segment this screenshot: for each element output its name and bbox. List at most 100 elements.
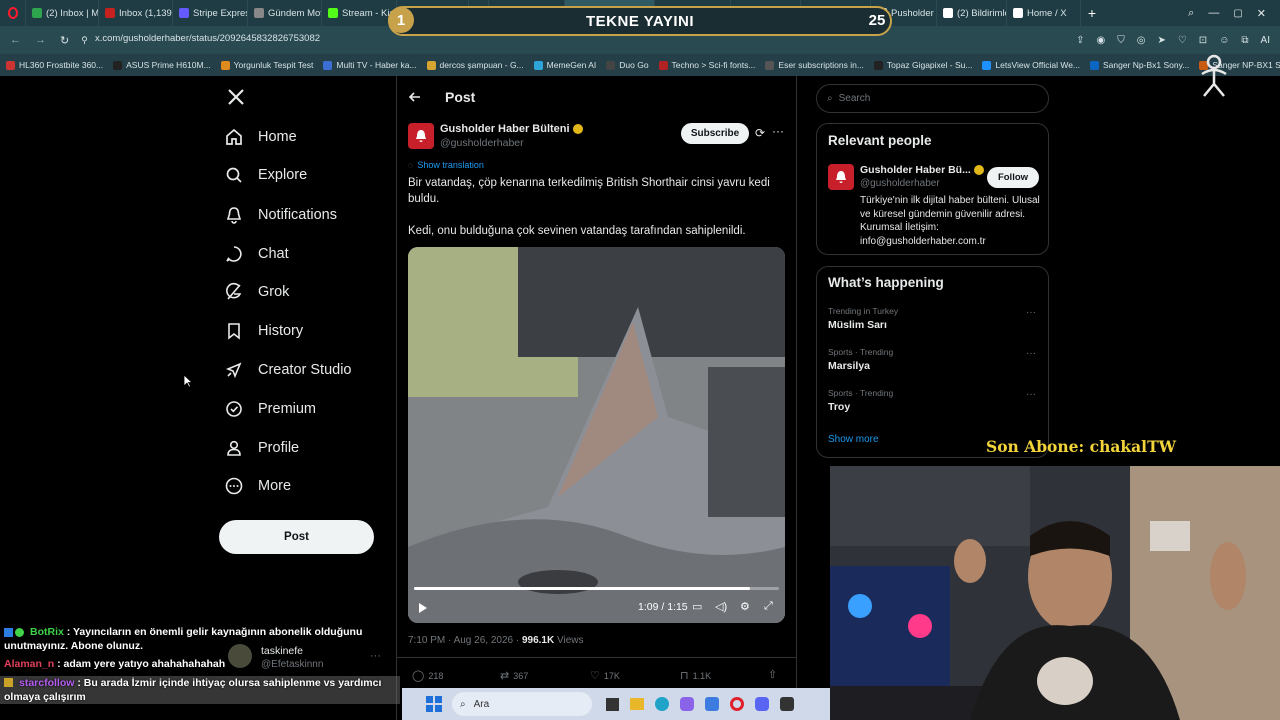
bookmark-item[interactable]: Multi TV - Haber ka... <box>323 60 417 70</box>
bookmark-button[interactable]: ⊓ 1.1K <box>680 669 711 682</box>
post-timestamp[interactable]: 7:10 PM · Aug 26, 2026 · <box>408 635 522 646</box>
nav-item-more[interactable]: More <box>224 472 291 500</box>
store-icon[interactable] <box>705 697 719 711</box>
grok-explain-icon[interactable]: ⟳ <box>755 126 765 140</box>
play-icon[interactable] <box>418 601 428 619</box>
reply-button[interactable]: ◯ 218 <box>412 669 443 682</box>
browser-tab[interactable]: Gündem Motor <box>248 0 322 26</box>
app-icon[interactable] <box>780 697 794 711</box>
relevant-name-row[interactable]: Gusholder Haber Bü... <box>860 164 984 176</box>
captions-icon[interactable]: ▭ <box>692 600 702 613</box>
relevant-avatar[interactable] <box>828 164 854 190</box>
video-progress-track[interactable] <box>414 587 779 590</box>
trend-more-icon[interactable]: ··· <box>1026 348 1036 359</box>
fullscreen-icon[interactable]: ⤢ <box>764 600 773 613</box>
trend-name[interactable]: Müslim Sarı <box>828 319 887 331</box>
back-icon[interactable]: ← <box>10 34 21 46</box>
browser-tab[interactable]: (2) Bildirimler | <box>937 0 1007 26</box>
taskbar-search[interactable]: ⌕ Ara <box>452 692 592 716</box>
share-icon[interactable]: ⇪ <box>1076 35 1084 46</box>
nav-item-creator-studio[interactable]: Creator Studio <box>224 356 352 384</box>
copilot-icon[interactable] <box>680 697 694 711</box>
bookmark-item[interactable]: LetsView Official We... <box>982 60 1080 70</box>
chat-username[interactable]: BotRix <box>30 626 64 638</box>
maximize-button[interactable]: ▢ <box>1233 8 1242 19</box>
share-post-icon[interactable]: ⇧ <box>768 668 777 681</box>
windows-start-icon[interactable] <box>426 696 442 712</box>
post-more-icon[interactable]: ··· <box>772 124 784 138</box>
search-box[interactable]: ⌕ Search <box>816 84 1049 113</box>
like-button[interactable]: ♡ 17K <box>590 669 620 682</box>
settings-gear-icon[interactable]: ⚙ <box>740 600 750 613</box>
url-field[interactable]: x.com/gusholderhaber/status/209264583282… <box>95 33 320 44</box>
browser-tab[interactable]: Inbox (1,139) - <box>99 0 173 26</box>
camera-icon[interactable]: ◉ <box>1096 35 1105 46</box>
author-handle[interactable]: @gusholderhaber <box>440 137 524 149</box>
volume-icon[interactable]: ◁) <box>715 600 727 613</box>
author-name-row[interactable]: Gusholder Haber Bülteni <box>440 123 583 135</box>
show-translation-link[interactable]: ◌ Show translation <box>408 160 484 170</box>
browser-tab[interactable]: Stripe Express <box>173 0 248 26</box>
close-window-button[interactable]: ✕ <box>1257 7 1266 20</box>
nav-item-chat[interactable]: Chat <box>224 240 289 268</box>
nav-item-profile[interactable]: Profile <box>224 434 299 462</box>
nav-item-home[interactable]: Home <box>224 123 297 151</box>
shield-icon[interactable]: ⛉ <box>1117 35 1125 46</box>
nav-item-history[interactable]: History <box>224 317 303 345</box>
site-info-icon[interactable]: ⚲ <box>81 35 88 46</box>
opera-logo-icon[interactable] <box>0 0 26 26</box>
nav-item-premium[interactable]: Premium <box>224 395 316 423</box>
post-button[interactable]: Post <box>219 520 374 554</box>
nav-item-explore[interactable]: Explore <box>224 161 307 189</box>
author-avatar[interactable] <box>408 123 434 149</box>
trend-more-icon[interactable]: ··· <box>1026 389 1036 400</box>
minimize-button[interactable]: — <box>1208 7 1219 19</box>
browser-tab[interactable]: Home / X <box>1007 0 1081 26</box>
bookmark-item[interactable]: Eser subscriptions in... <box>765 60 864 70</box>
task-view-icon[interactable] <box>606 697 619 711</box>
opera-icon[interactable] <box>730 697 744 711</box>
bookmark-item[interactable]: MemeGen AI <box>533 60 596 70</box>
discord-icon[interactable] <box>755 697 769 711</box>
reload-icon[interactable]: ↻ <box>60 34 69 47</box>
new-tab-button[interactable]: + <box>1081 0 1103 26</box>
bookmark-item[interactable]: Topaz Gigapixel - Su... <box>873 60 972 70</box>
chat-username[interactable]: Alaman_n <box>4 658 54 670</box>
chat-username[interactable]: starcfollow <box>19 677 74 689</box>
ai-icon[interactable]: AI <box>1261 35 1270 46</box>
browser-tab[interactable]: Stream - Kick <box>322 0 397 26</box>
bookmark-item[interactable]: Techno > Sci-fi fonts... <box>658 60 755 70</box>
bookmark-item[interactable]: Sanger Np-Bx1 Sony... <box>1090 60 1189 70</box>
extension-icon[interactable]: ⧉ <box>1241 35 1248 46</box>
bookmark-item[interactable]: Duo Go <box>606 60 649 70</box>
tab-search-icon[interactable]: ⌕ <box>1188 7 1194 20</box>
tracker-icon[interactable]: ◎ <box>1137 35 1146 46</box>
nav-item-notifications[interactable]: Notifications <box>224 201 337 229</box>
profile-icon[interactable]: ☺ <box>1219 35 1229 46</box>
author-name[interactable]: Gusholder Haber Bülteni <box>440 123 570 135</box>
x-logo-icon[interactable] <box>227 88 245 111</box>
bookmark-item[interactable]: dercos şampuan - G... <box>426 60 524 70</box>
relevant-handle[interactable]: @gusholderhaber <box>860 178 940 189</box>
browser-tab[interactable]: (2) Inbox | Mail <box>26 0 99 26</box>
bookmark-item[interactable]: Yorgunluk Tespit Test <box>220 60 313 70</box>
trend-name[interactable]: Troy <box>828 401 850 413</box>
file-explorer-icon[interactable] <box>630 698 644 710</box>
bookmark-item[interactable]: HL360 Frostbite 360... <box>6 60 103 70</box>
nav-item-grok[interactable]: Grok <box>224 278 289 306</box>
forward-icon[interactable]: → <box>35 34 46 46</box>
trend-more-icon[interactable]: ··· <box>1026 307 1036 318</box>
repost-button[interactable]: ⇄ 367 <box>500 669 528 682</box>
trend-name[interactable]: Marsilya <box>828 360 870 372</box>
subscribe-button[interactable]: Subscribe <box>681 123 749 144</box>
video-player[interactable]: 1:09 / 1:15 ▭ ◁) ⚙ ⤢ <box>408 247 785 623</box>
follow-button[interactable]: Follow <box>987 167 1039 188</box>
relevant-name[interactable]: Gusholder Haber Bü... <box>860 164 971 176</box>
back-arrow-icon[interactable] <box>408 90 422 109</box>
bookmark-star-icon[interactable]: ⊡ <box>1199 35 1207 46</box>
show-more-link[interactable]: Show more <box>828 434 879 445</box>
send-icon[interactable]: ➤ <box>1157 35 1165 46</box>
edge-icon[interactable] <box>655 697 669 711</box>
heart-icon[interactable]: ♡ <box>1178 35 1187 46</box>
bookmark-item[interactable]: ASUS Prime H610M... <box>113 60 211 70</box>
